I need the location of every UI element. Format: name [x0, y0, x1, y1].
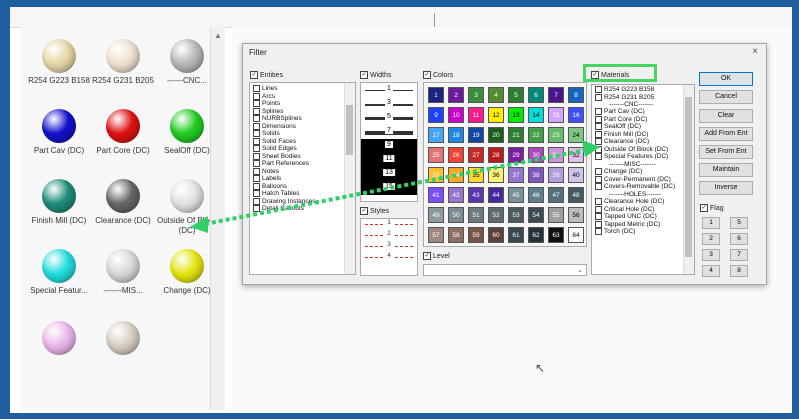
arrow-left-head-icon: [190, 216, 208, 233]
annotation-arrow: [190, 140, 600, 233]
arrow-right-head-icon: [582, 140, 600, 157]
